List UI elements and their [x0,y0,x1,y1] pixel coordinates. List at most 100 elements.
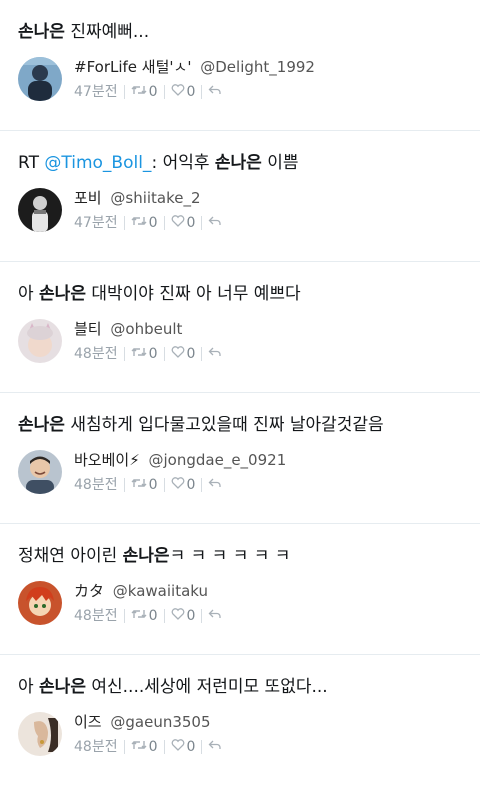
tweet-timestamp[interactable]: 48분전 [74,737,118,757]
divider [123,216,125,230]
highlight-keyword: 손나은 [39,677,86,697]
author-name[interactable]: 블티 [74,320,102,338]
divider [123,347,125,361]
retweet-count: 0 [148,215,158,231]
tweet-text-segment: 아 [18,677,40,697]
retweet-button[interactable]: 0 [131,344,158,364]
heart-icon [171,213,185,233]
reply-button[interactable] [208,344,222,364]
reply-icon [208,213,222,233]
heart-icon [171,344,185,364]
tweet-text: 아 손나은 대박이야 진짜 아 너무 예쁘다 [18,282,301,306]
avatar[interactable] [18,57,62,101]
like-button[interactable]: 0 [171,213,195,233]
tweet-meta: 블티 @ohbeult 48분전 0 0 [74,319,222,364]
author-handle[interactable]: @gaeun3505 [110,713,210,731]
retweet-button[interactable]: 0 [131,737,158,757]
tweet-item[interactable]: 아 손나은 여신....세상에 저런미모 또없다... 이즈 @gaeun350… [0,655,480,786]
divider [123,478,125,492]
tweet-timestamp[interactable]: 47분전 [74,82,118,102]
like-button[interactable]: 0 [171,606,196,626]
reply-button[interactable] [208,213,222,233]
retweet-icon [131,737,147,757]
tweet-actions: 47분전 0 0 [74,213,222,233]
author-handle[interactable]: @shiitake_2 [110,189,200,207]
tweet-text: 손나은 진짜예뻐... [18,20,149,44]
author-name[interactable]: 이즈 [74,713,102,731]
divider [201,347,203,361]
tweet-timestamp[interactable]: 48분전 [74,344,118,364]
author-line[interactable]: 포비 @shiitake_2 [74,188,222,210]
tweet-meta: 포비 @shiitake_2 47분전 0 0 [74,188,222,233]
avatar[interactable] [18,712,62,756]
avatar[interactable] [18,188,62,232]
retweet-button[interactable]: 0 [131,606,158,626]
author-name[interactable]: 포비 [74,189,102,207]
avatar[interactable] [18,450,62,494]
tweet-item[interactable]: 손나은 새침하게 입다물고있을때 진짜 날아갈것같음 바오베이⚡ @jongda… [0,393,480,524]
like-count: 0 [186,477,196,493]
author-name[interactable]: #ForLife 새털'ㅅ' [74,58,191,76]
highlight-keyword: 손나은 [39,284,86,304]
like-button[interactable]: 0 [171,344,195,364]
tweet-item[interactable]: 아 손나은 대박이야 진짜 아 너무 예쁘다 블티 @ohbeult 48분전 … [0,262,480,393]
author-handle[interactable]: @ohbeult [110,320,182,338]
retweet-button[interactable]: 0 [131,82,158,102]
reply-button[interactable] [208,475,222,495]
highlight-keyword: 손나은 [122,546,170,566]
author-line[interactable]: 블티 @ohbeult [74,319,222,341]
tweet-item[interactable]: RT @Timo_Boll_: 어익후 손나은 이쁨 포비 @shiitake_… [0,131,480,262]
author-handle[interactable]: @kawaiitaku [113,582,208,600]
reply-button[interactable] [208,737,222,757]
heart-icon [171,737,185,757]
highlight-keyword: 손나은 [214,153,262,173]
avatar[interactable] [18,319,62,363]
tweet-feed: 손나은 진짜예뻐... #ForLife 새털'ㅅ' @Delight_1992… [0,0,480,786]
retweet-count: 0 [148,346,158,362]
tweet-timestamp[interactable]: 47분전 [74,213,118,233]
divider [163,216,165,230]
retweet-icon [131,475,147,495]
author-line[interactable]: #ForLife 새털'ㅅ' @Delight_1992 [74,57,315,79]
retweet-button[interactable]: 0 [131,213,158,233]
divider [201,216,203,230]
like-button[interactable]: 0 [171,82,195,102]
author-line[interactable]: カタ @kawaiitaku [74,581,222,603]
like-button[interactable]: 0 [171,475,196,495]
author-name[interactable]: 바오베이⚡ [74,451,140,469]
tweet-item[interactable]: 손나은 진짜예뻐... #ForLife 새털'ㅅ' @Delight_1992… [0,0,480,131]
retweet-icon [131,344,147,364]
tweet-timestamp[interactable]: 48분전 [74,606,118,626]
mention-link[interactable]: @Timo_Boll_ [44,153,151,173]
tweet-meta: 이즈 @gaeun3505 48분전 0 0 [74,712,222,757]
like-button[interactable]: 0 [171,737,195,757]
retweet-icon [131,213,147,233]
retweet-button[interactable]: 0 [131,475,158,495]
reply-button[interactable] [208,606,222,626]
retweet-count: 0 [148,739,158,755]
heart-icon [171,606,185,626]
tweet-text-segment: 여신....세상에 저런미모 또없다... [85,677,328,697]
author-handle[interactable]: @jongdae_e_0921 [149,451,287,469]
divider [201,740,203,754]
tweet-text-segment: 새침하게 입다물고있을때 진짜 날아갈것같음 [64,415,384,435]
tweet-text-segment: 정채연 아이린 [18,546,123,566]
reply-icon [208,606,222,626]
tweet-item[interactable]: 정채연 아이린 손나은ㅋ ㅋ ㅋ ㅋ ㅋ ㅋ カタ @kawaiitaku 48… [0,524,480,655]
like-count: 0 [186,608,196,624]
divider [201,85,203,99]
heart-icon [171,475,185,495]
author-name[interactable]: カタ [74,582,104,600]
divider [123,85,125,99]
author-line[interactable]: 바오베이⚡ @jongdae_e_0921 [74,450,286,472]
author-line[interactable]: 이즈 @gaeun3505 [74,712,222,734]
reply-button[interactable] [208,82,222,102]
divider [163,740,165,754]
heart-icon [171,82,185,102]
avatar[interactable] [18,581,62,625]
tweet-timestamp[interactable]: 48분전 [74,475,118,495]
author-handle[interactable]: @Delight_1992 [200,58,315,76]
highlight-keyword: 손나은 [18,415,65,435]
tweet-text-segment: ㅋ ㅋ ㅋ ㅋ ㅋ ㅋ [169,546,291,566]
highlight-keyword: 손나은 [18,22,65,42]
